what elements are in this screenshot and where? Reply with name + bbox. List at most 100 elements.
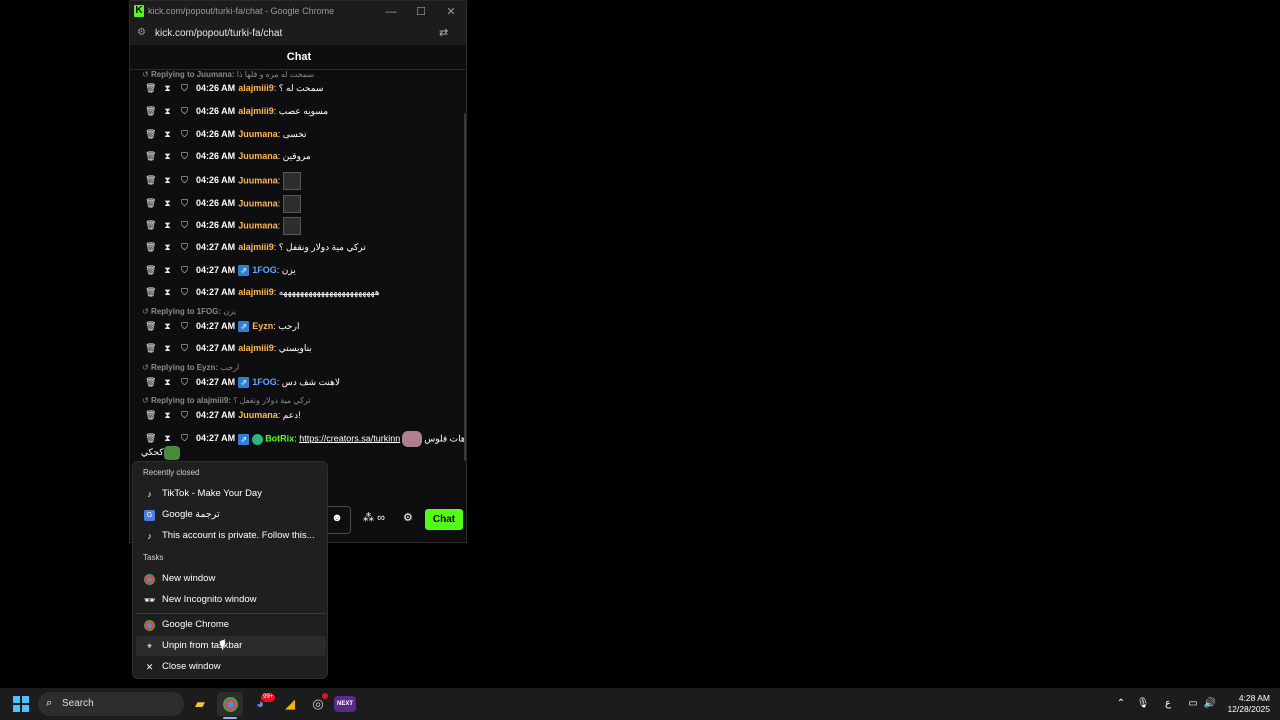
trash-icon[interactable]: 🗑 [145, 319, 156, 333]
chat-send-button[interactable]: Chat [425, 509, 463, 530]
username[interactable]: alajmiii9 [238, 242, 274, 252]
trash-icon[interactable]: 🗑 [145, 263, 156, 277]
username[interactable]: Juumana [238, 129, 278, 139]
shield-icon[interactable]: ⛉ [179, 408, 190, 422]
start-button-icon[interactable] [13, 696, 29, 712]
microphone-icon[interactable]: 🎙 [1135, 696, 1151, 712]
hourglass-icon[interactable]: ⧗ [162, 196, 173, 210]
volume-icon[interactable]: 🔊 [1202, 696, 1218, 712]
kick-logo-icon: K [134, 5, 144, 17]
hourglass-icon[interactable]: ⧗ [162, 149, 173, 163]
shield-icon[interactable]: ⛉ [179, 81, 190, 95]
shield-icon[interactable]: ⛉ [179, 431, 190, 445]
shield-icon[interactable]: ⛉ [179, 341, 190, 355]
trash-icon[interactable]: 🗑 [145, 285, 156, 299]
jump-item-close-window[interactable]: ✕ Close window [136, 657, 326, 677]
hourglass-icon[interactable]: ⧗ [162, 127, 173, 141]
shield-icon[interactable]: ⛉ [179, 218, 190, 232]
hourglass-icon[interactable]: ⧗ [162, 218, 173, 232]
gear-icon[interactable]: ⚙ [403, 511, 417, 527]
trash-icon[interactable]: 🗑 [145, 81, 156, 95]
reply-quote: سمحت له مره و قلها ذا [236, 70, 315, 79]
username[interactable]: Juumana [238, 220, 278, 230]
username[interactable]: Juumana [238, 151, 278, 161]
hourglass-icon[interactable]: ⧗ [162, 263, 173, 277]
close-button[interactable]: ✕ [441, 4, 461, 20]
message-link[interactable]: https://creators.sa/turkinn [299, 433, 400, 443]
username[interactable]: alajmiii9 [238, 343, 274, 353]
trash-icon[interactable]: 🗑 [145, 341, 156, 355]
trash-icon[interactable]: 🗑 [145, 127, 156, 141]
shield-icon[interactable]: ⛉ [179, 196, 190, 210]
hourglass-icon[interactable]: ⧗ [162, 173, 173, 187]
username[interactable]: alajmiii9 [238, 106, 274, 116]
hourglass-icon[interactable]: ⧗ [162, 408, 173, 422]
hourglass-icon[interactable]: ⧗ [162, 341, 173, 355]
username[interactable]: alajmiii9 [238, 83, 274, 93]
username[interactable]: Eyzn [252, 321, 273, 331]
trash-icon[interactable]: 🗑 [145, 240, 156, 254]
clock-time: 4:28 AM [1238, 693, 1270, 703]
infinity-icon[interactable]: ⁂ ∞ [363, 511, 393, 527]
username[interactable]: 1FOG [252, 377, 277, 387]
shield-icon[interactable]: ⛉ [179, 263, 190, 277]
title-bar[interactable]: K kick.com/popout/turki-fa/chat - Google… [130, 1, 466, 23]
username[interactable]: 1FOG [252, 265, 277, 275]
hourglass-icon[interactable]: ⧗ [162, 240, 173, 254]
shield-icon[interactable]: ⛉ [179, 285, 190, 299]
username[interactable]: alajmiii9 [238, 287, 274, 297]
trash-icon[interactable]: 🗑 [145, 173, 156, 187]
translate-icon[interactable]: ⇄ [439, 26, 453, 40]
emoji-icon[interactable]: ☻ [330, 512, 344, 526]
jump-item-tiktok[interactable]: ♪ TikTok - Make Your Day [136, 484, 326, 504]
shield-icon[interactable]: ⛉ [179, 127, 190, 141]
language-indicator[interactable]: ع [1160, 696, 1176, 712]
network-icon[interactable]: ▭ [1185, 696, 1201, 712]
shield-icon[interactable]: ⛉ [179, 104, 190, 118]
jump-item-label: Google ترجمة [162, 509, 220, 520]
minimize-button[interactable]: — [381, 4, 401, 20]
site-info-icon[interactable]: ⚙ [137, 27, 149, 39]
username[interactable]: Juumana [238, 410, 278, 420]
shield-icon[interactable]: ⛉ [179, 375, 190, 389]
address-bar[interactable]: ⚙ kick.com/popout/turki-fa/chat ⇄ [130, 23, 466, 45]
maximize-button[interactable]: ☐ [411, 4, 431, 20]
url-text[interactable]: kick.com/popout/turki-fa/chat [155, 28, 282, 39]
badge-icon: ⇗ [238, 433, 250, 445]
username[interactable]: BotRix [265, 433, 294, 443]
trash-icon[interactable]: 🗑 [145, 408, 156, 422]
jump-item-private-account[interactable]: ♪ This account is private. Follow this... [136, 526, 326, 546]
jump-item-google-translate[interactable]: G Google ترجمة [136, 505, 326, 525]
chevron-up-icon[interactable]: ⌃ [1113, 696, 1129, 712]
chat-scrollbar[interactable] [464, 113, 466, 461]
trash-icon[interactable]: 🗑 [145, 218, 156, 232]
trash-icon[interactable]: 🗑 [145, 375, 156, 389]
shield-icon[interactable]: ⛉ [179, 240, 190, 254]
hourglass-icon[interactable]: ⧗ [162, 81, 173, 95]
chrome-taskbar-icon[interactable] [217, 692, 243, 716]
trash-icon[interactable]: 🗑 [145, 149, 156, 163]
jump-item-google-chrome[interactable]: Google Chrome [136, 615, 326, 635]
clock[interactable]: 4:28 AM 12/28/2025 [1218, 693, 1270, 715]
shield-icon[interactable]: ⛉ [179, 173, 190, 187]
username[interactable]: Juumana [238, 175, 278, 185]
username[interactable]: Juumana [238, 198, 278, 208]
shield-icon[interactable]: ⛉ [179, 149, 190, 163]
hourglass-icon[interactable]: ⧗ [162, 375, 173, 389]
hourglass-icon[interactable]: ⧗ [162, 431, 173, 445]
trash-icon[interactable]: 🗑 [145, 196, 156, 210]
vpn-app-icon[interactable]: ◢ [277, 692, 303, 716]
file-explorer-icon[interactable]: ▰ [187, 692, 213, 716]
search-label: Search [62, 698, 94, 709]
next-app-icon[interactable]: NEXT [334, 696, 356, 712]
jump-item-unpin[interactable]: ⌖ Unpin from taskbar [136, 636, 326, 656]
trash-icon[interactable]: 🗑 [145, 104, 156, 118]
trash-icon[interactable]: 🗑 [145, 431, 156, 445]
shield-icon[interactable]: ⛉ [179, 319, 190, 333]
jump-item-new-incognito[interactable]: 🕶 New Incognito window [136, 590, 326, 610]
hourglass-icon[interactable]: ⧗ [162, 319, 173, 333]
hourglass-icon[interactable]: ⧗ [162, 104, 173, 118]
jump-item-new-window[interactable]: New window [136, 569, 326, 589]
taskbar-search[interactable]: ⌕ Search [38, 692, 184, 716]
hourglass-icon[interactable]: ⧗ [162, 285, 173, 299]
